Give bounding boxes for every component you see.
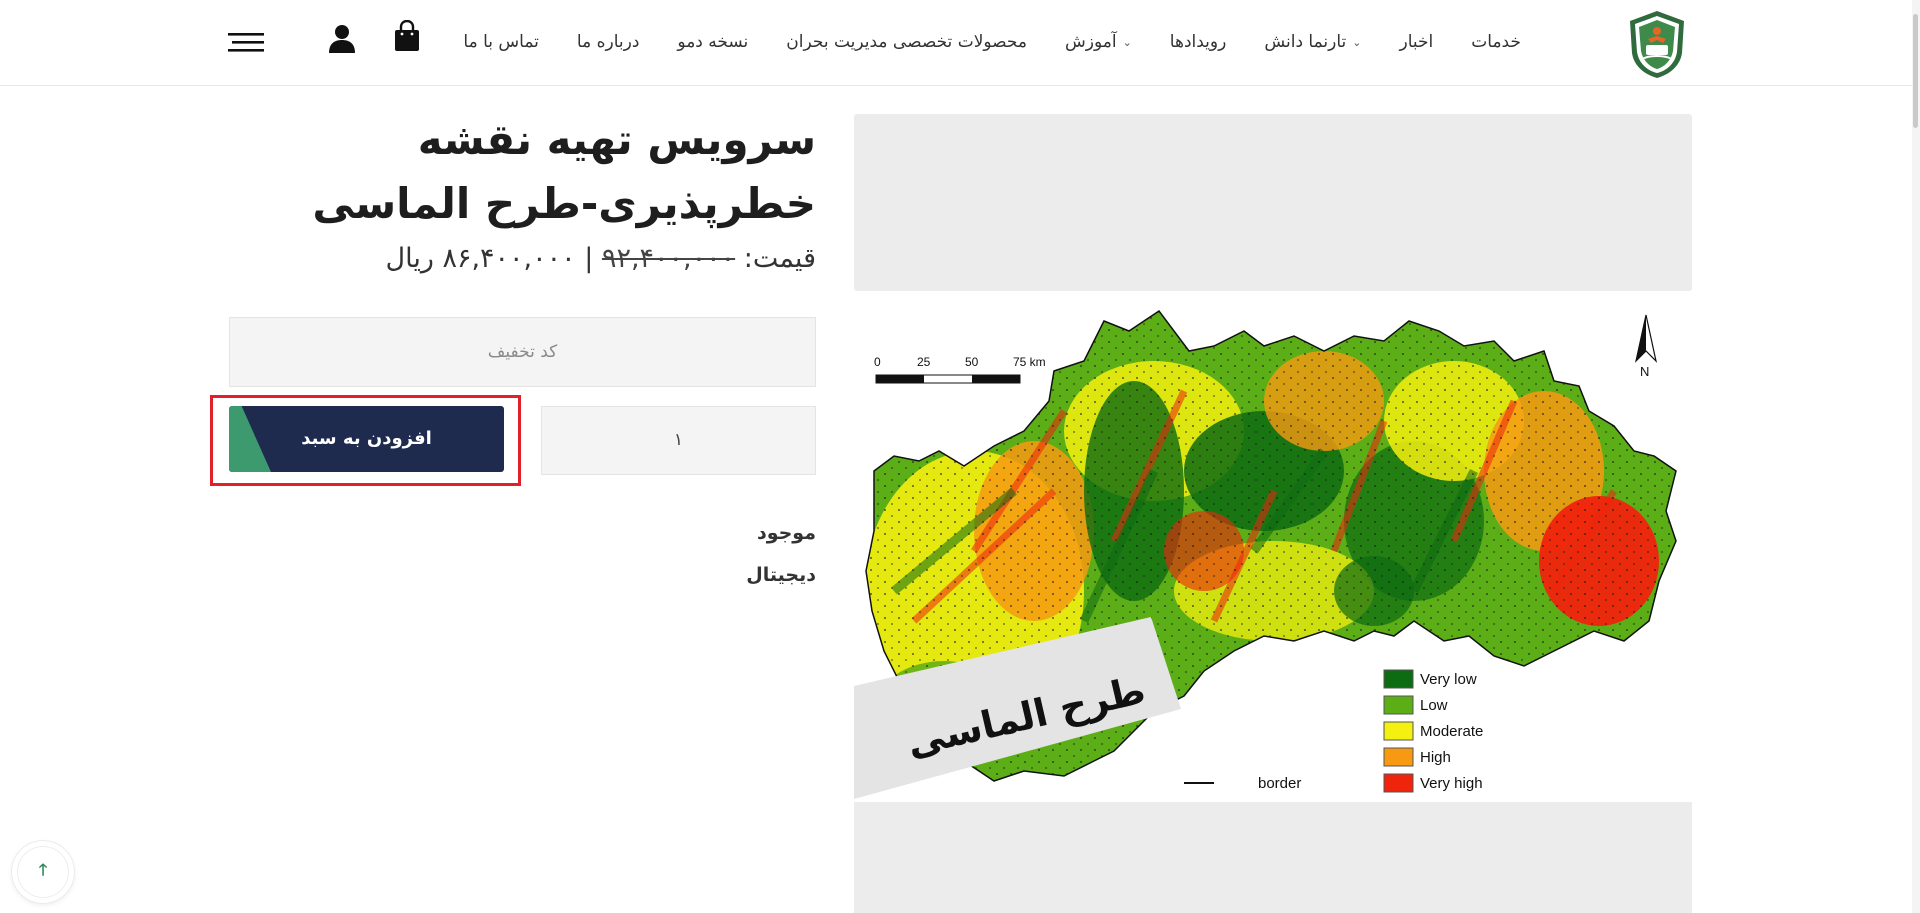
product-image-placeholder-top (854, 114, 1692, 291)
nav-about-label: درباره ما (576, 32, 640, 52)
scale-tick-50: 50 (965, 355, 979, 369)
nav-news[interactable]: اخبار (1381, 32, 1453, 52)
nav-crisis-products-label: محصولات تخصصی مدیریت بحران (786, 32, 1027, 52)
quantity-input[interactable]: ۱ (541, 406, 816, 475)
nav-services-label: خدمات (1471, 32, 1521, 52)
legend-swatch-high (1383, 747, 1414, 767)
legend-label-very-low: Very low (1420, 671, 1477, 688)
map-legend: Very low Low Moderate High Very high bor… (1184, 669, 1483, 793)
organization-logo-icon[interactable] (1626, 9, 1688, 79)
add-to-cart-label: افزودن به سبد (301, 428, 432, 449)
nav-contact[interactable]: تماس با ما (444, 32, 558, 52)
legend-label-low: Low (1420, 697, 1448, 714)
nav-contact-label: تماس با ما (463, 32, 539, 52)
nav-services[interactable]: خدمات (1452, 32, 1540, 52)
scale-tick-0: 0 (874, 355, 881, 369)
nav-knowledge-site[interactable]: تارنما دانش ⌄ (1245, 32, 1380, 52)
stock-status: موجود (756, 522, 816, 544)
site-header: خدمات اخبار تارنما دانش ⌄ رویدادها آموزش ⌄… (0, 0, 1920, 86)
scrollbar-thumb[interactable] (1913, 14, 1918, 128)
product-title-line1: سرویس تهیه نقشه (417, 115, 816, 164)
user-icon[interactable] (328, 24, 356, 58)
price-label: قیمت: (743, 243, 816, 274)
back-to-top-button[interactable]: 🡑 (12, 841, 74, 903)
legend-label-border: border (1258, 775, 1301, 792)
legend-swatch-low (1383, 695, 1414, 715)
map-scale-bar: 0 25 50 75 km (874, 355, 1046, 384)
nav-demo-label: نسخه دمو (677, 32, 749, 52)
legend-swatch-very-low (1383, 669, 1414, 689)
chevron-down-icon: ⌄ (1352, 35, 1362, 49)
price-old: ۹۲,۴۰۰,۰۰۰ (601, 243, 736, 274)
shopping-bag-icon[interactable] (393, 19, 421, 56)
chevron-down-icon: ⌄ (1122, 35, 1132, 49)
main-navigation: خدمات اخبار تارنما دانش ⌄ رویدادها آموزش ⌄… (444, 22, 1540, 62)
nav-education[interactable]: آموزش ⌄ (1046, 32, 1151, 52)
product-title: سرویس تهیه نقشه خطرپذیری-طرح الماسی (296, 108, 816, 236)
legend-swatch-very-high (1383, 773, 1414, 793)
product-price: قیمت: ۹۲,۴۰۰,۰۰۰ | ۸۶,۴۰۰,۰۰۰ ریال (385, 243, 816, 274)
legend-swatch-moderate (1383, 721, 1414, 741)
nav-knowledge-site-label: تارنما دانش (1264, 32, 1347, 52)
hamburger-menu-icon[interactable] (228, 32, 264, 58)
nav-about[interactable]: درباره ما (558, 32, 659, 52)
price-new: ۸۶,۴۰۰,۰۰۰ ریال (385, 243, 576, 274)
price-separator: | (584, 243, 594, 274)
nav-events-label: رویدادها (1169, 32, 1227, 52)
add-to-cart-button[interactable]: افزودن به سبد (229, 406, 504, 472)
north-label: N (1640, 364, 1649, 379)
scale-tick-75km: 75 km (1013, 355, 1046, 369)
product-image-risk-map[interactable]: 0 25 50 75 km N طرح الماسی Very low Low … (854, 291, 1692, 802)
product-image-placeholder-bottom (854, 802, 1692, 913)
legend-label-moderate: Moderate (1420, 723, 1483, 740)
product-title-line2: خطرپذیری-طرح الماسی (312, 179, 816, 228)
legend-label-very-high: Very high (1420, 775, 1483, 792)
discount-code-input[interactable]: کد تخفیف (229, 317, 816, 387)
product-type: دیجیتال (746, 564, 816, 586)
nav-demo[interactable]: نسخه دمو (658, 32, 767, 52)
nav-news-label: اخبار (1399, 32, 1434, 52)
arrow-up-icon: 🡑 (17, 846, 69, 898)
nav-crisis-products[interactable]: محصولات تخصصی مدیریت بحران (767, 32, 1046, 52)
north-arrow-icon: N (1634, 314, 1658, 379)
legend-label-high: High (1420, 749, 1451, 766)
nav-events[interactable]: رویدادها (1151, 32, 1246, 52)
nav-education-label: آموزش (1065, 32, 1117, 52)
page-scrollbar[interactable] (1912, 0, 1920, 913)
scale-tick-25: 25 (917, 355, 931, 369)
